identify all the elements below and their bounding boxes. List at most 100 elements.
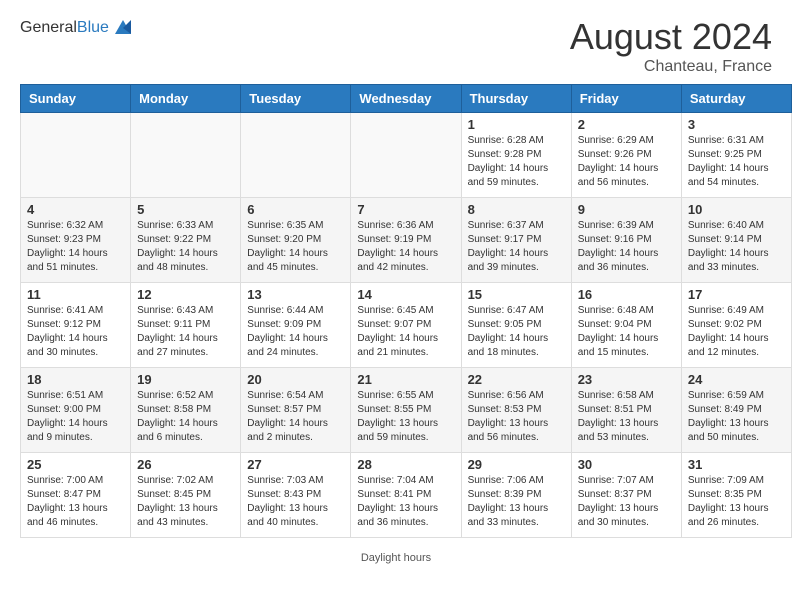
calendar-day-cell — [351, 113, 461, 198]
calendar-day-cell: 11 Sunrise: 6:41 AM Sunset: 9:12 PM Dayli… — [21, 283, 131, 368]
title-block: August 2024 Chanteau, France — [570, 16, 772, 76]
calendar-day-cell — [241, 113, 351, 198]
day-info: Sunrise: 6:51 AM Sunset: 9:00 PM Dayligh… — [27, 389, 124, 445]
day-info: Sunrise: 6:40 AM Sunset: 9:14 PM Dayligh… — [688, 219, 785, 275]
calendar-week-row: 25 Sunrise: 7:00 AM Sunset: 8:47 PM Dayli… — [21, 453, 792, 538]
calendar-day-cell: 24 Sunrise: 6:59 AM Sunset: 8:49 PM Dayli… — [681, 368, 791, 453]
calendar-day-cell: 19 Sunrise: 6:52 AM Sunset: 8:58 PM Dayli… — [131, 368, 241, 453]
calendar-day-cell: 5Sunrise: 6:33 AM Sunset: 9:22 PM Daylig… — [131, 198, 241, 283]
day-number: 10 — [688, 202, 785, 217]
location-subtitle: Chanteau, France — [570, 58, 772, 76]
day-info: Sunrise: 7:00 AM Sunset: 8:47 PM Dayligh… — [27, 474, 124, 530]
calendar-day-cell: 30 Sunrise: 7:07 AM Sunset: 8:37 PM Dayli… — [571, 453, 681, 538]
calendar-day-cell: 29Sunrise: 7:06 AM Sunset: 8:39 PM Dayli… — [461, 453, 571, 538]
calendar-day-cell: 28 Sunrise: 7:04 AM Sunset: 8:41 PM Dayli… — [351, 453, 461, 538]
calendar-day-cell: 21 Sunrise: 6:55 AM Sunset: 8:55 PM Dayli… — [351, 368, 461, 453]
day-info: Sunrise: 6:47 AM Sunset: 9:05 PM Dayligh… — [468, 304, 565, 360]
day-number: 12 — [137, 287, 234, 302]
calendar-day-cell: 1 Sunrise: 6:28 AM Sunset: 9:28 PM Daylig… — [461, 113, 571, 198]
calendar-day-cell: 13 Sunrise: 6:44 AM Sunset: 9:09 PM Dayli… — [241, 283, 351, 368]
calendar-day-cell: 31 Sunrise: 7:09 AM Sunset: 8:35 PM Dayli… — [681, 453, 791, 538]
day-number: 8 — [468, 202, 565, 217]
calendar-day-cell: 7 Sunrise: 6:36 AM Sunset: 9:19 PM Daylig… — [351, 198, 461, 283]
day-number: 22 — [468, 372, 565, 387]
day-info: Sunrise: 6:28 AM Sunset: 9:28 PM Dayligh… — [468, 134, 565, 190]
day-info: Sunrise: 6:31 AM Sunset: 9:25 PM Dayligh… — [688, 134, 785, 190]
logo: GeneralBlue — [20, 16, 135, 40]
day-info: Sunrise: 6:39 AM Sunset: 9:16 PM Dayligh… — [578, 219, 675, 275]
page-header: GeneralBlue August 2024 Chanteau, France — [0, 0, 792, 84]
day-info: Sunrise: 7:04 AM Sunset: 8:41 PM Dayligh… — [357, 474, 454, 530]
day-info: Sunrise: 6:45 AM Sunset: 9:07 PM Dayligh… — [357, 304, 454, 360]
day-info: Sunrise: 7:09 AM Sunset: 8:35 PM Dayligh… — [688, 474, 785, 530]
day-number: 23 — [578, 372, 675, 387]
calendar-header-row: SundayMondayTuesdayWednesdayThursdayFrid… — [21, 85, 792, 113]
calendar-day-header: Wednesday — [351, 85, 461, 113]
logo-blue-text: Blue — [77, 19, 109, 36]
calendar-day-header: Tuesday — [241, 85, 351, 113]
calendar-wrapper: SundayMondayTuesdayWednesdayThursdayFrid… — [0, 84, 792, 548]
day-info: Sunrise: 6:59 AM Sunset: 8:49 PM Dayligh… — [688, 389, 785, 445]
month-year-title: August 2024 — [570, 16, 772, 58]
calendar-day-cell: 14 Sunrise: 6:45 AM Sunset: 9:07 PM Dayli… — [351, 283, 461, 368]
calendar-day-cell: 26 Sunrise: 7:02 AM Sunset: 8:45 PM Dayli… — [131, 453, 241, 538]
day-number: 16 — [578, 287, 675, 302]
day-info: Sunrise: 6:55 AM Sunset: 8:55 PM Dayligh… — [357, 389, 454, 445]
calendar-day-header: Sunday — [21, 85, 131, 113]
day-number: 14 — [357, 287, 454, 302]
calendar-day-cell: 22 Sunrise: 6:56 AM Sunset: 8:53 PM Dayli… — [461, 368, 571, 453]
footer-note: Daylight hours — [0, 548, 792, 568]
day-number: 26 — [137, 457, 234, 472]
calendar-day-cell: 25 Sunrise: 7:00 AM Sunset: 8:47 PM Dayli… — [21, 453, 131, 538]
calendar-day-cell: 12 Sunrise: 6:43 AM Sunset: 9:11 PM Dayli… — [131, 283, 241, 368]
day-info: Sunrise: 7:07 AM Sunset: 8:37 PM Dayligh… — [578, 474, 675, 530]
day-number: 30 — [578, 457, 675, 472]
day-info: Sunrise: 6:52 AM Sunset: 8:58 PM Dayligh… — [137, 389, 234, 445]
day-info: Sunrise: 6:37 AM Sunset: 9:17 PM Dayligh… — [468, 219, 565, 275]
day-number: 19 — [137, 372, 234, 387]
day-info: Sunrise: 6:58 AM Sunset: 8:51 PM Dayligh… — [578, 389, 675, 445]
day-number: 15 — [468, 287, 565, 302]
day-number: 29 — [468, 457, 565, 472]
calendar-day-cell: 20Sunrise: 6:54 AM Sunset: 8:57 PM Dayli… — [241, 368, 351, 453]
day-info: Sunrise: 6:43 AM Sunset: 9:11 PM Dayligh… — [137, 304, 234, 360]
day-number: 21 — [357, 372, 454, 387]
day-info: Sunrise: 6:56 AM Sunset: 8:53 PM Dayligh… — [468, 389, 565, 445]
day-number: 6 — [247, 202, 344, 217]
day-info: Sunrise: 6:41 AM Sunset: 9:12 PM Dayligh… — [27, 304, 124, 360]
day-info: Sunrise: 6:49 AM Sunset: 9:02 PM Dayligh… — [688, 304, 785, 360]
day-number: 7 — [357, 202, 454, 217]
calendar-day-header: Monday — [131, 85, 241, 113]
day-info: Sunrise: 6:48 AM Sunset: 9:04 PM Dayligh… — [578, 304, 675, 360]
day-number: 18 — [27, 372, 124, 387]
day-number: 9 — [578, 202, 675, 217]
day-info: Sunrise: 6:32 AM Sunset: 9:23 PM Dayligh… — [27, 219, 124, 275]
day-info: Sunrise: 6:33 AM Sunset: 9:22 PM Dayligh… — [137, 219, 234, 275]
day-number: 25 — [27, 457, 124, 472]
calendar-day-cell: 3Sunrise: 6:31 AM Sunset: 9:25 PM Daylig… — [681, 113, 791, 198]
day-number: 13 — [247, 287, 344, 302]
day-info: Sunrise: 6:36 AM Sunset: 9:19 PM Dayligh… — [357, 219, 454, 275]
calendar-day-cell — [131, 113, 241, 198]
day-info: Sunrise: 6:54 AM Sunset: 8:57 PM Dayligh… — [247, 389, 344, 445]
calendar-week-row: 11 Sunrise: 6:41 AM Sunset: 9:12 PM Dayli… — [21, 283, 792, 368]
day-info: Sunrise: 6:35 AM Sunset: 9:20 PM Dayligh… — [247, 219, 344, 275]
calendar-day-cell: 2Sunrise: 6:29 AM Sunset: 9:26 PM Daylig… — [571, 113, 681, 198]
calendar-day-cell: 9 Sunrise: 6:39 AM Sunset: 9:16 PM Daylig… — [571, 198, 681, 283]
day-number: 31 — [688, 457, 785, 472]
day-number: 1 — [468, 117, 565, 132]
calendar-day-cell: 27Sunrise: 7:03 AM Sunset: 8:43 PM Dayli… — [241, 453, 351, 538]
day-number: 4 — [27, 202, 124, 217]
day-info: Sunrise: 7:02 AM Sunset: 8:45 PM Dayligh… — [137, 474, 234, 530]
day-number: 28 — [357, 457, 454, 472]
calendar-day-cell: 8 Sunrise: 6:37 AM Sunset: 9:17 PM Daylig… — [461, 198, 571, 283]
calendar-day-header: Saturday — [681, 85, 791, 113]
calendar-day-cell: 16 Sunrise: 6:48 AM Sunset: 9:04 PM Dayli… — [571, 283, 681, 368]
day-number: 24 — [688, 372, 785, 387]
logo-general-text: General — [20, 19, 77, 36]
day-info: Sunrise: 7:03 AM Sunset: 8:43 PM Dayligh… — [247, 474, 344, 530]
day-number: 17 — [688, 287, 785, 302]
day-info: Sunrise: 6:44 AM Sunset: 9:09 PM Dayligh… — [247, 304, 344, 360]
day-info: Sunrise: 6:29 AM Sunset: 9:26 PM Dayligh… — [578, 134, 675, 190]
day-number: 11 — [27, 287, 124, 302]
